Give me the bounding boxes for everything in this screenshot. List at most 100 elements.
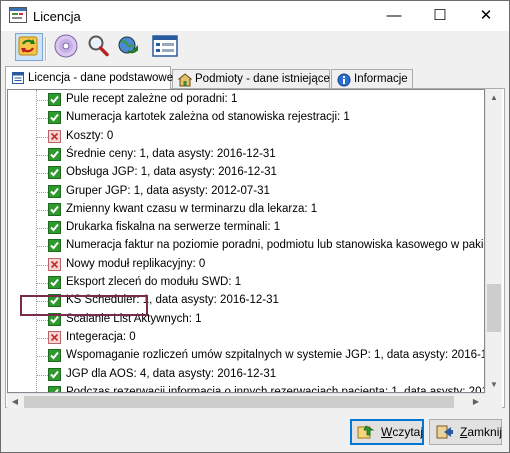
scroll-down-arrow-icon[interactable]: ▼	[486, 376, 502, 393]
tree-item-label: Eksport zleceń do modułu SWD: 1	[66, 276, 242, 288]
tree-item-label: Numeracja kartotek zależna od stanowiska…	[66, 111, 350, 124]
tree-item[interactable]: Eksport zleceń do modułu SWD: 1	[8, 274, 484, 292]
tab-label: Licencja - dane podstawowe	[28, 72, 174, 84]
disc-icon	[54, 34, 78, 58]
checked-checkbox-icon[interactable]	[48, 184, 61, 198]
tree-item-label: Podczas rezerwacji informacja o innych r…	[66, 385, 485, 393]
globe-refresh-button[interactable]	[115, 33, 141, 59]
horizontal-scrollbar[interactable]: ◀ ▶	[7, 393, 485, 409]
close-label: amknij	[467, 425, 503, 439]
tree-connector	[37, 173, 48, 175]
refresh-button[interactable]	[15, 33, 43, 61]
close-window-button[interactable]: ✕	[463, 1, 509, 31]
tree-item[interactable]: Zmienny kwant czasu w terminarzu dla lek…	[8, 201, 484, 219]
checked-checkbox-icon[interactable]	[48, 166, 61, 180]
tab-entities-existing[interactable]: Podmioty - dane istniejące	[172, 69, 330, 88]
license-window: Licencja — ☐ ✕ Licencja - dane podstawow…	[0, 0, 510, 453]
tree-item-label: Pule recept zależne od poradni: 1	[66, 93, 238, 105]
tree-item-label: JGP dla AOS: 4, data asysty: 2016-12-31	[66, 367, 277, 380]
load-accelerator: W	[381, 425, 393, 439]
unchecked-checkbox-icon[interactable]	[48, 330, 61, 344]
tree-item-label: Wspomaganie rozliczeń umów szpitalnych w…	[66, 349, 485, 362]
tab-label: Podmioty - dane istniejące	[195, 73, 330, 85]
scroll-left-arrow-icon[interactable]: ◀	[7, 394, 23, 409]
globe-refresh-icon	[118, 36, 138, 54]
load-icon	[357, 424, 375, 440]
load-button[interactable]: Wczytaj	[350, 419, 424, 445]
tree-item[interactable]: Średnie ceny: 1, data asysty: 2016-12-31	[8, 146, 484, 164]
exit-icon	[436, 424, 454, 440]
vertical-scroll-thumb[interactable]	[487, 284, 501, 332]
tree-item[interactable]: JGP dla AOS: 4, data asysty: 2016-12-31	[8, 366, 484, 384]
tree-item[interactable]: Gruper JGP: 1, data asysty: 2012-07-31	[8, 183, 484, 201]
tree-item[interactable]: Numeracja faktur na poziomie poradni, po…	[8, 237, 485, 255]
tree-connector	[37, 136, 48, 138]
tree-connector	[37, 246, 48, 248]
tree-item[interactable]: Nowy moduł replikacyjny: 0	[8, 256, 484, 274]
checked-checkbox-icon[interactable]	[48, 93, 61, 106]
load-label: czytaj	[392, 425, 424, 439]
checked-checkbox-icon[interactable]	[48, 221, 61, 235]
scroll-right-arrow-icon[interactable]: ▶	[468, 394, 484, 409]
magnifier-icon	[88, 35, 109, 57]
checked-checkbox-icon[interactable]	[48, 202, 61, 216]
house-icon	[177, 73, 193, 87]
form-icon	[152, 35, 178, 57]
tree-item[interactable]: Integeracja: 0	[8, 329, 484, 347]
tree-item-label: Średnie ceny: 1, data asysty: 2016-12-31	[66, 147, 276, 160]
checked-checkbox-icon[interactable]	[48, 385, 61, 392]
tree-item[interactable]: Koszty: 0	[8, 128, 484, 146]
tree-connector	[37, 337, 48, 339]
refresh-icon	[18, 36, 38, 56]
checked-checkbox-icon[interactable]	[48, 349, 61, 363]
tree-item[interactable]: Podczas rezerwacji informacja o innych r…	[8, 384, 485, 393]
tree-item[interactable]: Obsługa JGP: 1, data asysty: 2016-12-31	[8, 164, 484, 182]
tree-item-label: Numeracja faktur na poziomie poradni, po…	[66, 239, 485, 252]
unchecked-checkbox-icon[interactable]	[48, 257, 61, 271]
unchecked-checkbox-icon[interactable]	[48, 129, 61, 143]
license-feature-tree[interactable]: Pule recept zależne od poradni: 1 Numerac…	[7, 89, 485, 393]
tree-item-label: Drukarka fiskalna na serwerze terminali:…	[66, 221, 281, 234]
disc-button[interactable]	[53, 33, 79, 59]
tree-item-label: Gruper JGP: 1, data asysty: 2012-07-31	[66, 184, 270, 197]
title-bar: Licencja — ☐ ✕	[1, 1, 509, 31]
tree-connector	[37, 374, 48, 376]
tree-item[interactable]: Numeracja kartotek zależna od stanowiska…	[8, 109, 484, 127]
tree-connector	[37, 191, 48, 193]
document-icon	[11, 71, 25, 85]
app-window-icon	[9, 7, 27, 23]
tree-item[interactable]: Pule recept zależne od poradni: 1	[8, 91, 484, 109]
tab-information[interactable]: Informacje	[331, 69, 413, 88]
horizontal-scroll-thumb[interactable]	[24, 396, 454, 408]
checked-checkbox-icon[interactable]	[48, 239, 61, 253]
tab-label: Informacje	[354, 73, 408, 85]
tree-connector	[37, 118, 48, 120]
tree-connector	[37, 100, 48, 101]
toolbar-separator	[45, 37, 47, 61]
scroll-up-arrow-icon[interactable]: ▲	[486, 89, 502, 106]
scrollbar-corner	[485, 393, 502, 409]
search-button[interactable]	[85, 33, 111, 59]
tree-item-label: Nowy moduł replikacyjny: 0	[66, 257, 206, 270]
minimize-button[interactable]: —	[371, 1, 417, 31]
tree-item[interactable]: Wspomaganie rozliczeń umów szpitalnych w…	[8, 347, 485, 365]
window-title: Licencja	[33, 9, 81, 24]
checked-checkbox-icon[interactable]	[48, 147, 61, 161]
tree-connector	[37, 154, 48, 156]
form-button[interactable]	[151, 33, 181, 59]
vertical-scrollbar[interactable]: ▲ ▼	[485, 89, 502, 393]
maximize-button[interactable]: ☐	[417, 1, 463, 31]
checked-checkbox-icon[interactable]	[48, 276, 61, 289]
tree-connector	[37, 319, 48, 321]
tree-item-label: Integeracja: 0	[66, 330, 136, 343]
tree-connector	[37, 264, 48, 266]
tree-connector	[37, 283, 48, 284]
tree-item[interactable]: Drukarka fiskalna na serwerze terminali:…	[8, 219, 484, 237]
close-button[interactable]: Zamknij	[429, 419, 502, 445]
checked-checkbox-icon[interactable]	[48, 367, 61, 381]
checked-checkbox-icon[interactable]	[48, 111, 61, 125]
tree-item-label: Zmienny kwant czasu w terminarzu dla lek…	[66, 202, 318, 215]
tree-item-label: Obsługa JGP: 1, data asysty: 2016-12-31	[66, 166, 277, 179]
tab-license-basic[interactable]: Licencja - dane podstawowe	[5, 66, 174, 89]
tree-connector	[37, 209, 48, 211]
